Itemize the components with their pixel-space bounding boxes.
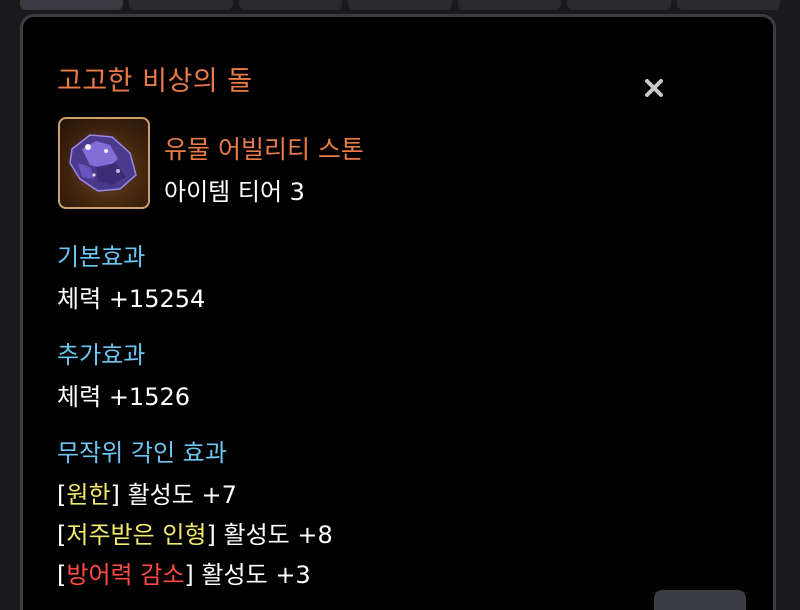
close-icon xyxy=(645,79,663,97)
stat-name: 체력 xyxy=(57,285,102,313)
additional-effect-stat: 체력 +1526 xyxy=(57,377,190,412)
stat-name: 체력 xyxy=(57,383,102,411)
item-name: 고고한 비상의 돌 xyxy=(57,66,253,97)
engraving-line: [방어력 감소] 활성도 +3 xyxy=(57,561,311,589)
engraving-value: +7 xyxy=(201,481,237,509)
tab[interactable] xyxy=(20,0,124,10)
basic-effect-stat: 체력 +15254 xyxy=(57,279,205,314)
tab[interactable] xyxy=(129,0,233,10)
tab[interactable] xyxy=(567,0,671,10)
engraving-line: [원한] 활성도 +7 xyxy=(57,481,237,509)
engraving-name: 방어력 감소 xyxy=(66,561,185,589)
action-button[interactable] xyxy=(654,590,746,610)
activity-label: 활성도 xyxy=(127,481,194,509)
tab[interactable] xyxy=(238,0,343,10)
activity-label: 활성도 xyxy=(223,521,290,549)
engraving-value: +8 xyxy=(297,521,333,549)
engraving-line: [저주받은 인형] 활성도 +8 xyxy=(57,521,333,549)
ability-stone-icon xyxy=(58,117,150,209)
engraving-name: 원한 xyxy=(66,481,111,509)
random-engraving-title: 무작위 각인 효과 xyxy=(57,439,227,467)
page: 고고한 비상의 돌 유물 어빌리티 스톤 아이템 티어 3 기본효과 체력 +1… xyxy=(0,0,800,610)
engraving-name: 저주받은 인형 xyxy=(66,521,207,549)
item-tooltip-panel: 고고한 비상의 돌 유물 어빌리티 스톤 아이템 티어 3 기본효과 체력 +1… xyxy=(20,14,776,610)
basic-effect-title: 기본효과 xyxy=(57,243,146,271)
tab[interactable] xyxy=(457,0,562,10)
item-grade-type: 유물 어빌리티 스톤 xyxy=(164,135,364,164)
stat-value: +15254 xyxy=(108,285,206,313)
additional-effect-title: 추가효과 xyxy=(57,341,146,369)
top-tab-bar xyxy=(20,0,780,10)
activity-label: 활성도 xyxy=(201,561,268,589)
stat-value: +1526 xyxy=(108,383,190,411)
engraving-value: +3 xyxy=(275,561,311,589)
tab[interactable] xyxy=(348,0,452,10)
tab[interactable] xyxy=(676,0,780,10)
item-tier: 아이템 티어 3 xyxy=(164,178,305,206)
close-button[interactable] xyxy=(639,73,669,103)
